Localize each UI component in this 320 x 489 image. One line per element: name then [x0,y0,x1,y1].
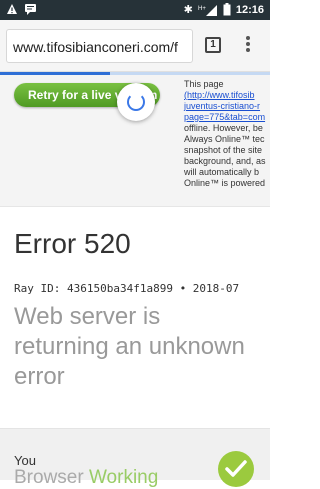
always-online-banner: Retry for a live version This page (http… [0,75,270,207]
banner-line: Always Online™ tec [184,134,265,144]
browser-label: Browser [14,467,84,488]
cached-page-link[interactable]: page=775&tab=com [184,112,270,123]
banner-line: background, and, as [184,156,266,166]
error-subtitle: Web server is returning an unknown error [14,303,245,390]
banner-text: This page (http://www.tifosib juventus-c… [184,79,270,189]
ray-id: Ray ID: 436150ba34f1a899 • 2018-07 [14,282,240,295]
cached-page-link[interactable]: (http://www.tifosib [184,90,270,101]
overflow-menu-icon[interactable] [245,35,251,55]
address-bar[interactable]: www.tifosibianconeri.com/f [6,29,193,63]
svg-text:H+: H+ [198,6,206,12]
clock: 12:16 [235,3,264,16]
check-icon [218,451,254,487]
loading-spinner-icon [127,93,145,111]
working-status: Working [88,467,159,488]
notification-icons [6,3,37,15]
bluetooth-icon: ✱ [183,4,193,16]
status-section: You Browser Working [0,428,270,488]
refresh-spinner [117,83,155,121]
banner-line: will automatically b [184,167,260,177]
banner-line: offline. However, be [184,123,263,133]
banner-line: This page [184,79,224,89]
banner-line: snapshot of the site [184,145,263,155]
battery-icon [223,3,231,16]
warning-icon [7,4,17,14]
browser-toolbar: www.tifosibianconeri.com/f 1 [0,20,270,72]
status-bar: ✱ H+ 12:16 [0,0,270,20]
message-icon [25,4,36,15]
system-icons: ✱ H+ 12:16 [184,3,264,16]
tab-switcher-button[interactable]: 1 [205,37,221,53]
signal-icon: H+ [198,4,217,16]
banner-line: Online™ is powered [184,178,266,188]
you-label: You [14,453,36,468]
browser-status: Browser Working [14,467,158,489]
cached-page-link[interactable]: juventus-cristiano-r [184,101,270,112]
error-title: Error 520 [14,228,131,259]
